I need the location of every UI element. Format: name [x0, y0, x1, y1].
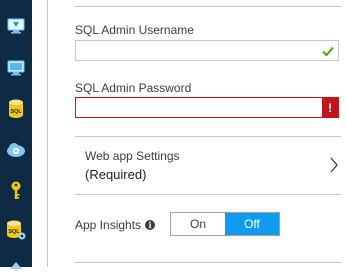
svg-text:SQL: SQL [10, 109, 22, 115]
check-icon [322, 46, 334, 57]
toggle-off-option[interactable]: Off [225, 213, 279, 235]
section-divider [75, 136, 341, 137]
username-field[interactable] [75, 40, 339, 61]
monitor-icon[interactable] [6, 16, 26, 36]
webapp-settings-row[interactable]: Web app Settings (Required) [75, 138, 339, 192]
webapp-settings-title: Web app Settings [85, 149, 180, 163]
toggle-on-option[interactable]: On [171, 213, 225, 235]
error-icon: ! [322, 98, 338, 117]
cloud-gear-icon[interactable] [6, 140, 26, 160]
app-insights-text: App Insights [75, 218, 142, 232]
key-icon[interactable] [6, 181, 26, 201]
section-divider [75, 262, 341, 263]
screen-icon[interactable] [6, 58, 26, 78]
sidebar-rail: SQL SQL [0, 0, 32, 269]
sql-database-icon[interactable]: SQL [6, 99, 26, 119]
app-insights-toggle[interactable]: On Off [170, 212, 280, 236]
svg-text:SQL: SQL [8, 229, 20, 235]
info-icon[interactable]: i [145, 220, 156, 230]
sql-settings-icon[interactable]: SQL [6, 220, 26, 240]
password-field[interactable]: ! [75, 97, 339, 118]
app-insights-label: App Insights i [75, 218, 156, 232]
section-divider [75, 194, 341, 195]
username-label: SQL Admin Username [75, 23, 194, 37]
webapp-settings-status: (Required) [85, 167, 147, 182]
form-panel: SQL Admin Username SQL Admin Password ! … [48, 0, 346, 267]
username-input[interactable] [76, 41, 338, 60]
section-divider [75, 6, 341, 7]
chevron-right-icon [330, 157, 338, 173]
up-arrow-icon[interactable] [6, 256, 26, 276]
password-label: SQL Admin Password [75, 81, 192, 95]
password-input[interactable] [76, 98, 338, 117]
